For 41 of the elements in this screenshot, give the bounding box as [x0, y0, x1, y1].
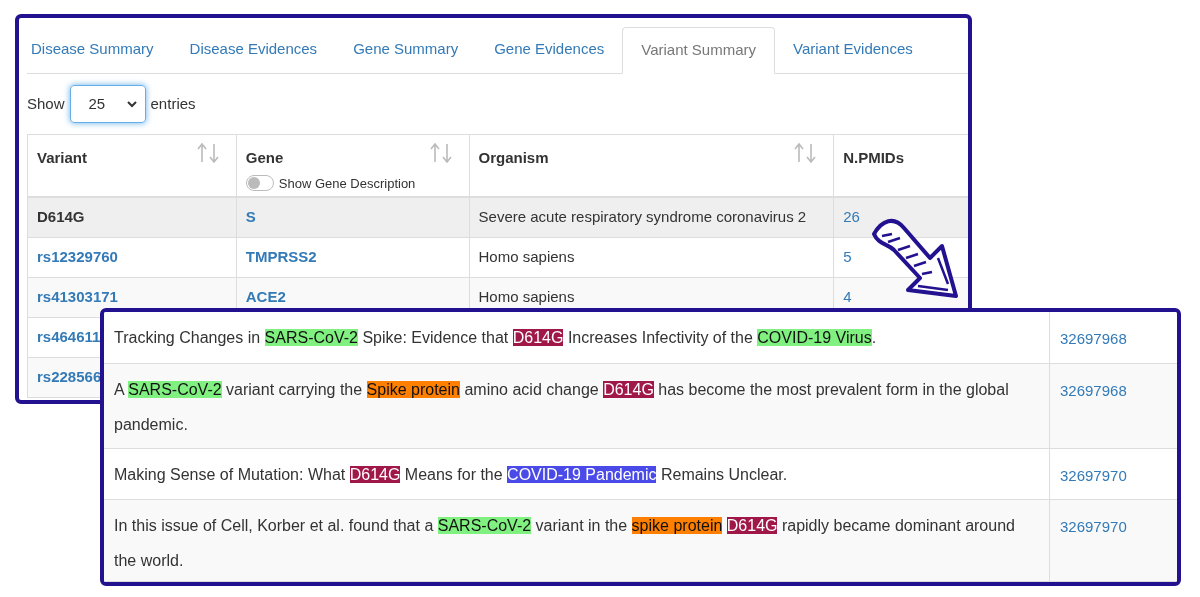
toggle-label: Show Gene Description: [278, 174, 416, 193]
evidence-sentence: Making Sense of Mutation: What D614G Means for the COVID-19 Pandemic Remains Unclear.: [114, 465, 789, 485]
table-link[interactable]: rs464611: [37, 326, 101, 349]
tab[interactable]: Disease Evidences: [171, 26, 336, 73]
table-link[interactable]: S: [245, 206, 256, 229]
pmid-link[interactable]: 32697970: [1060, 467, 1127, 484]
table-cell-text: Severe acute respiratory syndrome coronavirus 2: [478, 207, 807, 228]
tab[interactable]: Disease Summary: [27, 26, 172, 73]
column-header[interactable]: Gene Show Gene Description: [236, 135, 470, 196]
show-label: Show: [27, 93, 65, 114]
tab[interactable]: Variant Summary: [622, 27, 775, 74]
caret-icon[interactable]: [126, 100, 137, 108]
evidence-sentence: In this issue of Cell, Korber et al. found that a SARS-CoV-2 variant in the spike protein D614G rapidly became dominant around the world.: [114, 516, 1016, 571]
pmid-link[interactable]: 32697968: [1060, 382, 1127, 399]
entries-select[interactable]: 25: [69, 85, 146, 123]
table-link[interactable]: ACE2: [245, 286, 286, 309]
table-link[interactable]: 4: [843, 286, 852, 309]
table-link[interactable]: rs12329760: [37, 246, 118, 269]
evidence-sentence: A SARS-CoV-2 variant carrying the Spike protein amino acid change D614G has become the most prevalent form in the global pandemic.: [114, 380, 1010, 435]
toggle-switch[interactable]: [245, 175, 274, 192]
sort-icon[interactable]: [428, 143, 453, 163]
sort-icon[interactable]: [195, 143, 220, 163]
column-header[interactable]: Organism: [469, 135, 835, 196]
table-link[interactable]: TMPRSS2: [245, 246, 317, 269]
tab[interactable]: Gene Summary: [335, 26, 477, 73]
tab[interactable]: Variant Evidences: [775, 26, 931, 73]
table-cell-text: Homo sapiens: [478, 247, 575, 268]
evidence-sentence: Tracking Changes in SARS-CoV-2 Spike: Evidence that D614G Increases Infectivity of the COVID-19 Virus.: [114, 328, 878, 348]
table-cell-text: D614G: [37, 207, 85, 228]
column-header[interactable]: Variant: [28, 135, 237, 196]
tab[interactable]: Gene Evidences: [476, 26, 623, 73]
pmid-link[interactable]: 32697968: [1060, 330, 1127, 347]
table-link[interactable]: 26: [843, 206, 860, 229]
table-link[interactable]: 5: [843, 246, 852, 269]
table-cell-text: Homo sapiens: [478, 287, 575, 308]
table-link[interactable]: rs228566: [37, 366, 102, 389]
entries-label: entries: [150, 93, 196, 114]
column-header[interactable]: N.PMIDs: [834, 135, 968, 196]
pmid-link[interactable]: 32697970: [1060, 518, 1127, 535]
table-link[interactable]: rs41303171: [37, 286, 118, 309]
sort-icon[interactable]: [793, 143, 818, 163]
